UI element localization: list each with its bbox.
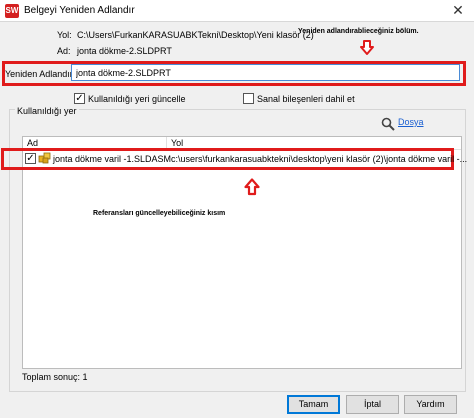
rename-section-hint: Yeniden adlandırablieceğiniz bölüm. [298, 28, 419, 35]
close-icon[interactable]: ✕ [450, 2, 466, 18]
help-button[interactable]: Yardım [404, 395, 457, 414]
rename-label: Yeniden Adlandır: [5, 69, 76, 79]
file-search-link[interactable]: Dosya [398, 117, 424, 127]
include-virtual-checkbox[interactable] [243, 93, 254, 104]
update-used-where-label[interactable]: Kullanıldığı yeri güncelle [88, 94, 186, 104]
used-where-group-title: Kullanıldığı yer [15, 106, 79, 116]
table-row-name[interactable]: jonta dökme varil -1.SLDASM [53, 154, 171, 164]
rename-input[interactable] [71, 64, 460, 81]
column-header-name[interactable]: Ad [27, 138, 38, 148]
include-virtual-label[interactable]: Sanal bileşenleri dahil et [257, 94, 355, 104]
assembly-icon [38, 152, 51, 164]
arrow-up-icon [244, 178, 260, 196]
update-used-where-checkbox[interactable]: ✓ [74, 93, 85, 104]
references-list: Ad Yol [22, 136, 462, 369]
references-section-hint: Referansları güncelleyebiliceğiniz kısım [93, 210, 226, 217]
table-row-checkbox[interactable]: ✓ [25, 153, 36, 164]
name-value: jonta dökme-2.SLDPRT [77, 46, 172, 56]
cancel-button[interactable]: İptal [346, 395, 399, 414]
total-results: Toplam sonuç: 1 [22, 372, 88, 382]
title-bar: SW Belgeyi Yeniden Adlandır ✕ [0, 0, 474, 22]
column-header-path[interactable]: Yol [171, 138, 183, 148]
name-label: Ad: [57, 46, 71, 56]
solidworks-app-icon: SW [5, 4, 19, 18]
path-value: C:\Users\FurkanKARASUABKTekni\Desktop\Ye… [77, 30, 314, 40]
arrow-down-icon [360, 40, 374, 55]
search-icon[interactable] [381, 117, 395, 131]
table-row-path[interactable]: c:\users\furkankarasuabktekni\desktop\ye… [171, 154, 467, 164]
window-title: Belgeyi Yeniden Adlandır [24, 5, 135, 16]
path-label: Yol: [57, 30, 72, 40]
ok-button[interactable]: Tamam [287, 395, 340, 414]
